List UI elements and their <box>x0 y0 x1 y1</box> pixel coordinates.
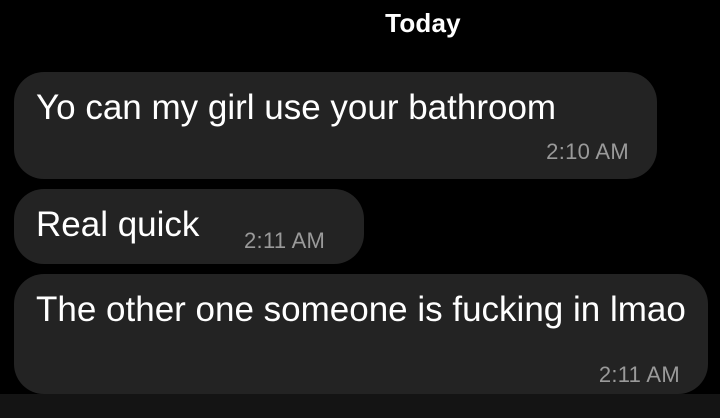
message-text: Yo can my girl use your bathroom <box>36 88 557 127</box>
message-text: Real quick <box>36 205 200 244</box>
date-divider: Today <box>385 8 461 38</box>
message-timestamp: 2:11 AM <box>598 362 680 387</box>
message-text: The other one someone is fucking in lmao <box>36 290 686 329</box>
message-bubble[interactable]: Yo can my girl use your bathroom 2:10 AM <box>14 72 657 179</box>
message-timestamp: 2:10 AM <box>546 139 629 164</box>
message-bubble[interactable]: Real quick 2:11 AM <box>14 189 364 264</box>
message-thread: Today Yo can my girl use your bathroom 2… <box>0 0 720 418</box>
message-timestamp: 2:11 AM <box>244 228 326 253</box>
bottom-bar <box>0 394 720 418</box>
message-bubble[interactable]: The other one someone is fucking in lmao… <box>14 274 708 394</box>
